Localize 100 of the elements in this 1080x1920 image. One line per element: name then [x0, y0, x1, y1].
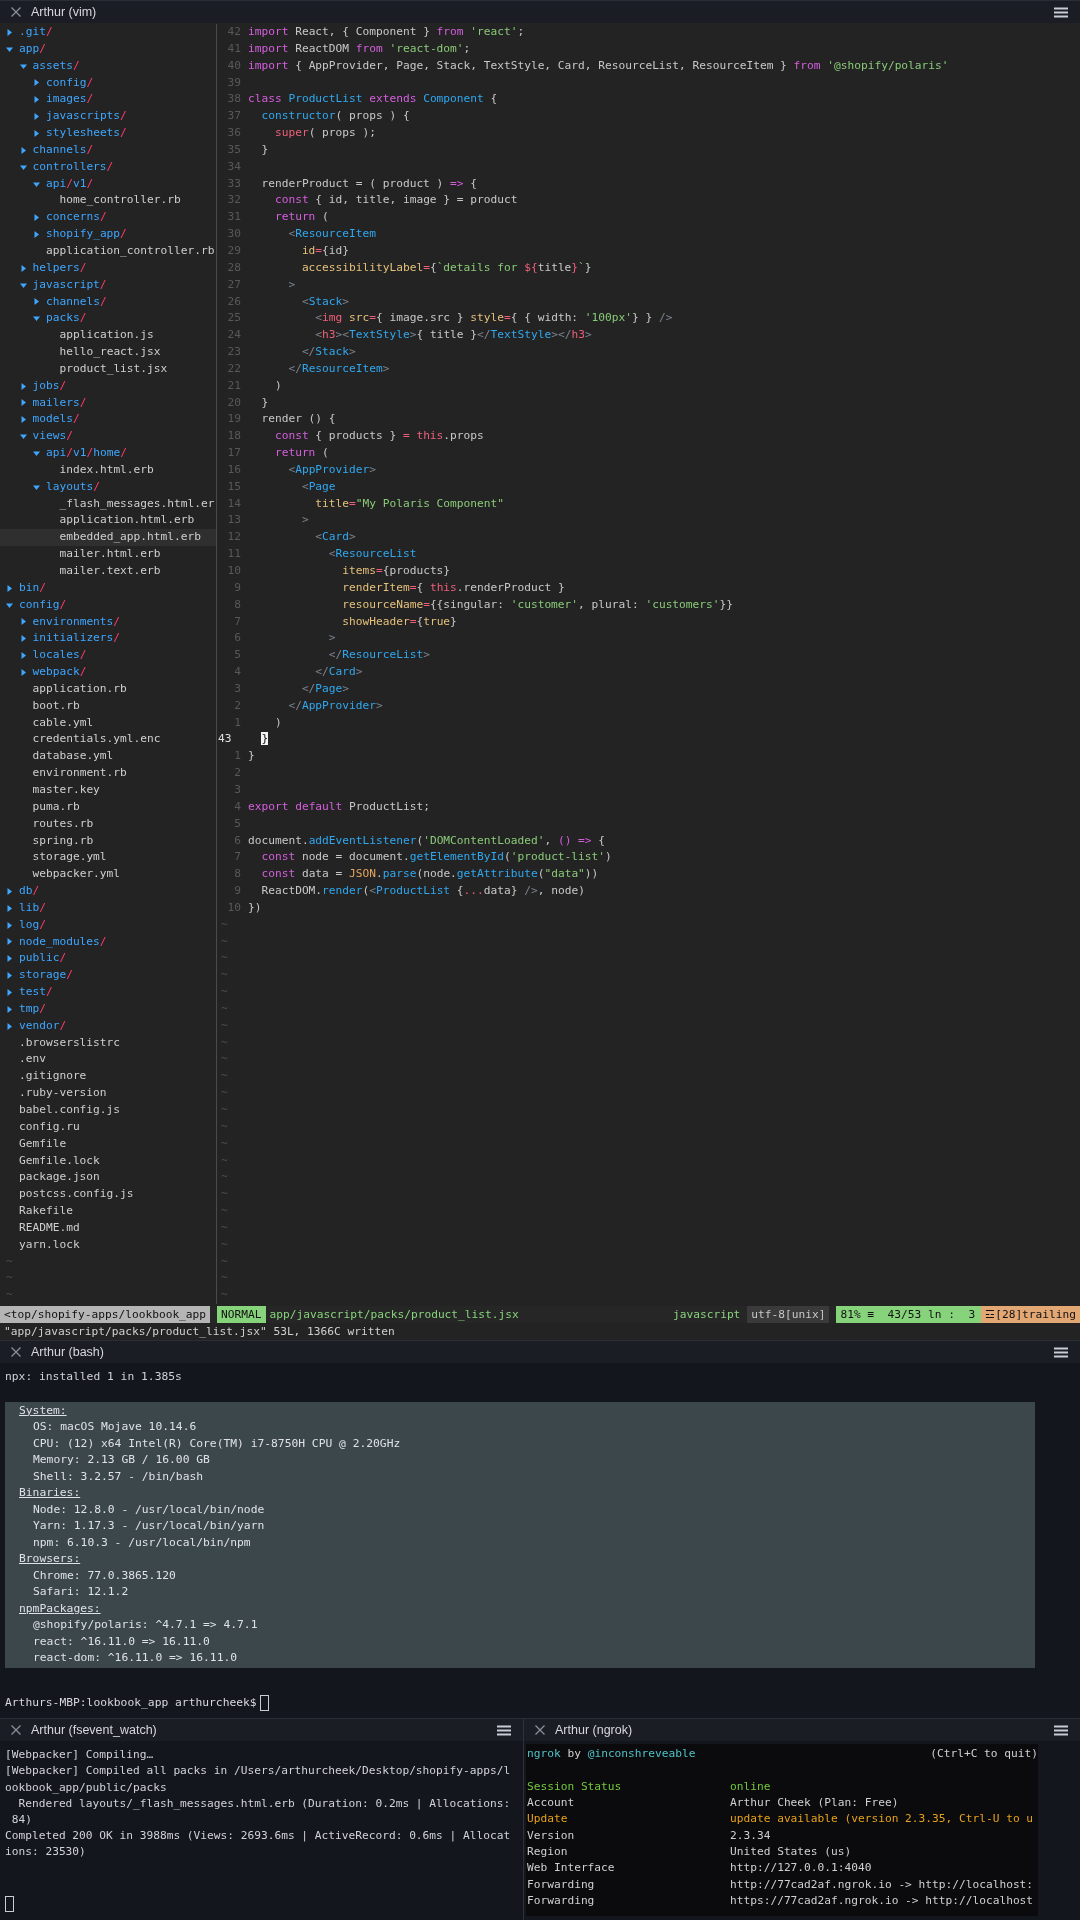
file-item[interactable]: .gitignore [0, 1068, 216, 1086]
file-item[interactable]: application_controller.rb [0, 242, 216, 260]
file-item[interactable]: product_list.jsx [0, 360, 216, 378]
file-item[interactable]: postcss.config.js [0, 1186, 216, 1204]
file-item[interactable]: mailer.html.erb [0, 546, 216, 563]
file-item[interactable]: config.ru [0, 1118, 216, 1136]
folder-item[interactable]: jobs/ [0, 377, 216, 395]
folder-item[interactable]: environments/ [0, 613, 216, 631]
close-icon[interactable] [534, 1724, 546, 1737]
output-line: OS: macOS Mojave 10.14.6 [33, 1420, 197, 1434]
folder-item[interactable]: bin/ [0, 579, 216, 597]
menu-icon[interactable] [1054, 6, 1068, 18]
file-item[interactable]: mailer.text.erb [0, 563, 216, 580]
file-item[interactable]: master.key [0, 781, 216, 799]
file-item[interactable]: .env [0, 1051, 216, 1069]
filler-tilde: ~ [220, 933, 228, 950]
folder-item[interactable]: initializers/ [0, 630, 216, 648]
menu-icon[interactable] [1054, 1724, 1068, 1736]
file-item[interactable]: cable.yml [0, 714, 216, 732]
file-item[interactable]: environment.rb [0, 765, 216, 782]
section-heading: Browsers: [19, 1552, 81, 1566]
file-item[interactable]: babel.config.js [0, 1102, 216, 1119]
folder-item[interactable]: api/v1/ [0, 175, 216, 193]
pane-title: Arthur (bash) [31, 1345, 105, 1360]
code-line: <img src={ image.src } style={ { width: '100px'} } /> [314, 310, 673, 327]
file-item[interactable]: home_controller.rb [0, 192, 216, 210]
file-item[interactable]: package.json [0, 1169, 216, 1187]
menu-icon[interactable] [497, 1724, 511, 1736]
folder-item[interactable]: tmp/ [0, 1000, 216, 1018]
code-line: > [300, 512, 309, 529]
close-icon[interactable] [10, 1724, 22, 1737]
file-item[interactable]: puma.rb [0, 798, 216, 816]
file-item[interactable]: Gemfile [0, 1135, 216, 1153]
filler-tilde: ~ [220, 967, 228, 984]
file-item[interactable]: README.md [0, 1219, 216, 1237]
folder-item[interactable]: lib/ [0, 899, 216, 917]
output-line: 84) [10, 1811, 33, 1828]
file-item[interactable]: credentials.yml.enc [0, 731, 216, 749]
file-item[interactable]: application.html.erb [0, 512, 216, 530]
folder-item[interactable]: models/ [0, 411, 216, 429]
file-item[interactable]: application.js [0, 327, 216, 345]
code-line: <Card> [314, 529, 356, 546]
folder-item[interactable]: concerns/ [0, 209, 216, 227]
folder-item[interactable]: helpers/ [0, 259, 216, 277]
file-item[interactable]: yarn.lock [0, 1236, 216, 1254]
folder-item[interactable]: test/ [0, 984, 216, 1001]
folder-item[interactable]: channels/ [0, 141, 216, 159]
output-line: CPU: (12) x64 Intel(R) Core(TM) i7-8750H CPU @ 2.20GHz [33, 1436, 401, 1450]
folder-item[interactable]: db/ [0, 883, 216, 900]
file-item[interactable]: boot.rb [0, 697, 216, 715]
file-item[interactable]: _flash_messages.html.er [0, 495, 216, 513]
file-item[interactable]: .ruby-version [0, 1085, 216, 1102]
code-line: import React, { Component } from 'react'; [248, 24, 525, 40]
file-item[interactable]: embedded_app.html.erb [0, 529, 216, 547]
folder-item[interactable]: vendor/ [0, 1017, 216, 1035]
folder-item[interactable]: locales/ [0, 647, 216, 665]
output-line: Safari: 12.1.2 [33, 1585, 129, 1599]
file-item[interactable]: index.html.erb [0, 461, 216, 479]
file-item[interactable]: routes.rb [0, 815, 216, 833]
code-line: title="My Polaris Component" [314, 495, 504, 512]
file-item[interactable]: application.rb [0, 680, 216, 698]
menu-icon[interactable] [1054, 1346, 1068, 1358]
folder-item[interactable]: controllers/ [0, 158, 216, 176]
folder-item[interactable]: api/v1/home/ [0, 445, 216, 462]
code-line: render () { [260, 411, 336, 428]
folder-item[interactable]: config/ [0, 74, 216, 92]
code-line: </ResourceList> [327, 647, 430, 664]
code-line: <ResourceList [327, 546, 417, 563]
folder-item[interactable]: .git/ [0, 24, 216, 41]
folder-item[interactable]: packs/ [0, 310, 216, 328]
close-icon[interactable] [10, 6, 22, 18]
folder-item[interactable]: node_modules/ [0, 933, 216, 951]
folder-item[interactable]: public/ [0, 950, 216, 968]
folder-item[interactable]: channels/ [0, 293, 216, 311]
folder-item[interactable]: config/ [0, 596, 216, 614]
folder-item[interactable]: layouts/ [0, 478, 216, 496]
code-line: items={products} [341, 563, 451, 579]
file-item[interactable]: spring.rb [0, 832, 216, 850]
folder-item[interactable]: webpack/ [0, 664, 216, 681]
file-item[interactable]: storage.yml [0, 849, 216, 867]
file-item[interactable]: Gemfile.lock [0, 1152, 216, 1170]
file-item[interactable]: hello_react.jsx [0, 344, 216, 361]
filler-tilde: ~ [220, 1236, 228, 1253]
folder-item[interactable]: storage/ [0, 967, 216, 985]
folder-item[interactable]: stylesheets/ [0, 125, 216, 142]
folder-item[interactable]: assets/ [0, 57, 216, 75]
filler-tilde: ~ [220, 1270, 228, 1287]
close-icon[interactable] [10, 1346, 22, 1359]
folder-item[interactable]: app/ [0, 40, 216, 58]
file-item[interactable]: webpacker.yml [0, 866, 216, 884]
folder-item[interactable]: mailers/ [0, 394, 216, 412]
file-item[interactable]: database.yml [0, 748, 216, 766]
folder-item[interactable]: javascript/ [0, 276, 216, 294]
folder-item[interactable]: javascripts/ [0, 108, 216, 126]
folder-item[interactable]: log/ [0, 916, 216, 934]
folder-item[interactable]: images/ [0, 91, 216, 109]
file-item[interactable]: .browserslistrc [0, 1034, 216, 1052]
file-item[interactable]: Rakefile [0, 1203, 216, 1220]
folder-item[interactable]: shopify_app/ [0, 226, 216, 243]
folder-item[interactable]: views/ [0, 428, 216, 446]
